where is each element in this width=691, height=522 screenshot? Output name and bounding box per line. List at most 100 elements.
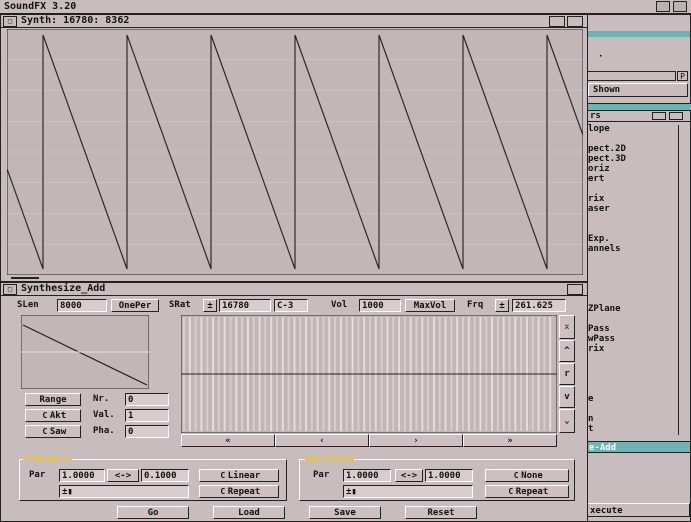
scroll-far-left-button[interactable]: « [181,434,275,447]
saw-label: Saw [49,427,67,437]
srat-field[interactable]: 16780 [219,299,271,312]
operator-list-item[interactable]: Exp. [588,235,610,244]
depth-icon[interactable] [567,16,583,27]
operator-list-item[interactable]: pect.3D [588,155,626,164]
frequency-swap-button[interactable]: <-> [107,469,139,482]
waveform-display[interactable] [7,29,583,275]
scroll-right-button[interactable]: › [369,434,463,447]
srat-label: SRat [169,300,191,310]
selected-operator: e-Add [589,443,617,453]
operator-list-item[interactable]: lope [588,125,610,134]
amplitude-mode-label: None [521,471,543,481]
vol-field[interactable]: 1000 [359,299,401,312]
note-field[interactable]: C-3 [274,299,308,312]
operator-list-item[interactable]: n [588,415,593,424]
synth-window: □ Synth: 16780: 8362 [0,14,588,282]
operator-list-item[interactable]: rix [588,345,604,354]
panel-title: Synthesize_Add [21,283,106,294]
frequency-slider[interactable]: ±▮ [59,485,189,498]
akt-label: Akt [49,411,67,421]
frequency-title: Frequency [23,453,72,465]
saw-button[interactable]: C Saw [25,425,81,438]
execute-label: xecute [590,506,623,516]
operator-list-item[interactable]: oriz [588,165,610,174]
scroll-mid-button[interactable]: r [559,363,575,385]
screen-depth-icon[interactable] [656,1,670,12]
zoom-icon[interactable] [652,112,666,120]
scroll-bottom-button[interactable]: ⌄ [559,409,575,433]
frequency-par-label: Par [29,470,46,480]
right-list-titlebar: rs [586,111,690,122]
operator-list-item[interactable]: Pass [588,325,610,334]
cycle-icon: C [220,471,226,480]
depth-icon[interactable] [669,112,683,120]
harmonics-editor[interactable] [181,315,557,433]
horizontal-scroll-thumb[interactable] [11,277,39,279]
amplitude-par-label: Par [313,470,330,480]
frequency-repeat-cycle[interactable]: C Repeat [199,485,279,498]
operator-list-item[interactable]: aser [588,205,610,214]
scroll-down-button[interactable]: v [559,386,575,408]
synth-title: Synth: 16780: 8362 [21,15,130,26]
pha-label: Pha. [93,426,115,436]
nr-label: Nr. [93,394,110,404]
amplitude-start-field[interactable]: 1.0000 [343,469,391,482]
scroll-left-button[interactable]: ‹ [275,434,369,447]
akt-button[interactable]: C Akt [25,409,81,422]
shown-label: Shown [593,85,621,95]
load-button[interactable]: Load [213,506,285,519]
oneper-button[interactable]: OnePer [111,299,159,312]
go-button[interactable]: Go [117,506,189,519]
shown-cycle[interactable]: Shown [588,83,688,97]
right-pick-button[interactable]: P [677,71,688,81]
operator-list-item[interactable]: ert [588,175,604,184]
right-field[interactable] [586,71,676,81]
scroll-up-button[interactable]: ^ [559,340,575,362]
frequency-mode-cycle[interactable]: C Linear [199,469,279,482]
right-list-scrollbar[interactable] [678,125,688,435]
val-field[interactable]: 1 [125,409,169,422]
amplitude-slider[interactable]: ±▮ [343,485,473,498]
val-label: Val. [93,410,115,420]
scroll-top-button[interactable]: ⌅ [559,315,575,339]
operator-list-item[interactable]: ZPlane [588,305,621,314]
slen-label: SLen [17,300,39,310]
window-strip [586,31,690,37]
frequency-start-field[interactable]: 1.0000 [59,469,105,482]
amplitude-mode-cycle[interactable]: C None [485,469,569,482]
execute-button[interactable]: xecute [586,503,690,517]
screen-back-icon[interactable] [673,1,687,12]
scroll-far-right-button[interactable]: » [463,434,557,447]
envelope-preview[interactable] [21,315,149,389]
maxvol-button[interactable]: MaxVol [405,299,455,312]
operator-list-item[interactable]: rix [588,195,604,204]
amplitude-swap-button[interactable]: <-> [395,469,423,482]
nr-field[interactable]: 0 [125,393,169,406]
operator-list-item[interactable]: wPass [588,335,615,344]
close-icon[interactable]: □ [3,284,17,295]
depth-icon[interactable] [567,284,583,295]
amplitude-repeat-cycle[interactable]: C Repeat [485,485,569,498]
srat-pick-icon[interactable]: ± [203,299,217,312]
slen-field[interactable]: 8000 [57,299,107,312]
right-menu-item[interactable]: · [598,53,603,62]
frequency-end-field[interactable]: 0.1000 [141,469,189,482]
close-icon[interactable]: □ [3,16,17,27]
amplitude-end-field[interactable]: 1.0000 [425,469,473,482]
zoom-icon[interactable] [549,16,565,27]
reset-button[interactable]: Reset [405,506,477,519]
synth-titlebar: □ Synth: 16780: 8362 [1,15,587,28]
operator-list-item[interactable]: pect.2D [588,145,626,154]
amplitude-repeat-label: Repeat [515,487,549,497]
synthesize-add-window: □ Synthesize_Add SLen 8000 OnePer SRat ±… [0,282,588,522]
screen-title: SoundFX 3.20 [4,1,77,12]
save-button[interactable]: Save [309,506,381,519]
operator-list-item[interactable]: e [588,395,593,404]
frq-pick-icon[interactable]: ± [495,299,509,312]
operator-list-item[interactable]: annels [588,245,621,254]
pha-field[interactable]: 0 [125,425,169,438]
right-list-selected-row[interactable]: e-Add [586,441,690,453]
frq-field[interactable]: 261.625 [512,299,566,312]
operator-list-item[interactable]: t [588,425,593,434]
range-button[interactable]: Range [25,393,81,406]
